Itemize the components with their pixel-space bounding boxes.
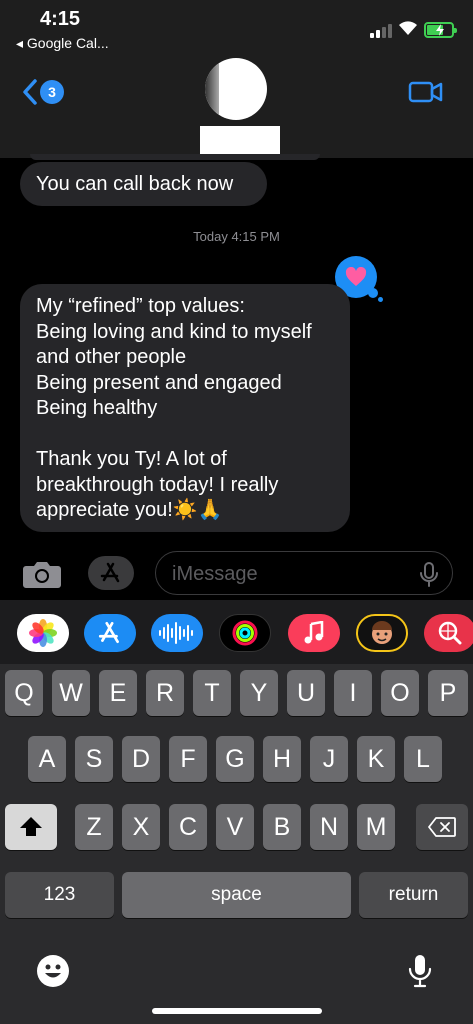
received-message-bubble[interactable]: You can call back now [20,162,267,206]
key-w[interactable]: W [52,670,90,716]
key-c[interactable]: C [169,804,207,850]
contact-avatar[interactable] [205,58,267,120]
battery-icon [424,22,457,38]
app-store-icon[interactable] [84,614,136,652]
key-b[interactable]: B [263,804,301,850]
key-o[interactable]: O [381,670,419,716]
shift-key[interactable] [5,804,57,850]
key-f[interactable]: F [169,736,207,782]
tapback-tail [368,288,378,298]
key-h[interactable]: H [263,736,301,782]
key-m[interactable]: M [357,804,395,850]
key-j[interactable]: J [310,736,348,782]
tapback-tail-small [378,297,383,302]
facetime-video-icon[interactable] [408,80,444,104]
cell-signal-icon [370,24,392,38]
photos-app-icon[interactable] [17,614,69,652]
wifi-icon [399,21,417,35]
app-store-button[interactable] [88,556,134,590]
backspace-icon [428,817,456,837]
unread-count-badge[interactable]: 3 [40,80,64,104]
music-icon[interactable] [288,614,340,652]
app-store-icon [100,562,120,583]
key-s[interactable]: S [75,736,113,782]
key-q[interactable]: Q [5,670,43,716]
home-indicator[interactable] [152,1008,322,1014]
imessage-app-drawer [0,600,473,664]
contact-name[interactable] [200,126,280,156]
status-time: 4:15 [40,8,81,30]
key-t[interactable]: T [193,670,231,716]
key-v[interactable]: V [216,804,254,850]
key-u[interactable]: U [287,670,325,716]
conversation-header: 3 [0,56,473,158]
key-e[interactable]: E [99,670,137,716]
key-g[interactable]: G [216,736,254,782]
camera-icon[interactable] [22,558,62,590]
previous-message-bubble-edge [30,154,320,160]
numbers-key[interactable]: 123 [5,872,114,918]
microphone-icon[interactable] [418,562,440,588]
delete-key[interactable] [416,804,468,850]
return-key[interactable]: return [359,872,468,918]
key-l[interactable]: L [404,736,442,782]
dictation-microphone-icon[interactable] [408,954,432,988]
imessage-input[interactable]: iMessage [155,551,453,595]
web-search-icon[interactable] [424,614,473,652]
imessage-placeholder: iMessage [172,563,258,585]
back-to-app-link[interactable]: ◂ Google Cal... [16,35,109,52]
emoji-icon[interactable] [36,954,70,988]
received-message-bubble[interactable]: My “refined” top values: Being loving an… [20,284,350,532]
audio-message-icon[interactable] [151,614,203,652]
key-r[interactable]: R [146,670,184,716]
key-i[interactable]: I [334,670,372,716]
key-p[interactable]: P [428,670,468,716]
fitness-activity-icon[interactable] [219,614,271,652]
status-bar: 4:15 ◂ Google Cal... [0,0,473,56]
shift-arrow-icon [20,817,42,836]
back-chevron-icon[interactable] [20,78,40,106]
space-key[interactable]: space [122,872,351,918]
memoji-icon[interactable] [356,614,408,652]
key-d[interactable]: D [122,736,160,782]
key-k[interactable]: K [357,736,395,782]
key-y[interactable]: Y [240,670,278,716]
key-n[interactable]: N [310,804,348,850]
keyboard: Q W E R T Y U I O P A S D F G H J K L Z … [0,664,473,1024]
key-z[interactable]: Z [75,804,113,850]
message-text: My “refined” top values: Being loving an… [36,295,312,521]
message-timestamp: Today 4:15 PM [193,229,280,244]
key-a[interactable]: A [28,736,66,782]
key-x[interactable]: X [122,804,160,850]
message-text: You can call back now [36,173,234,195]
